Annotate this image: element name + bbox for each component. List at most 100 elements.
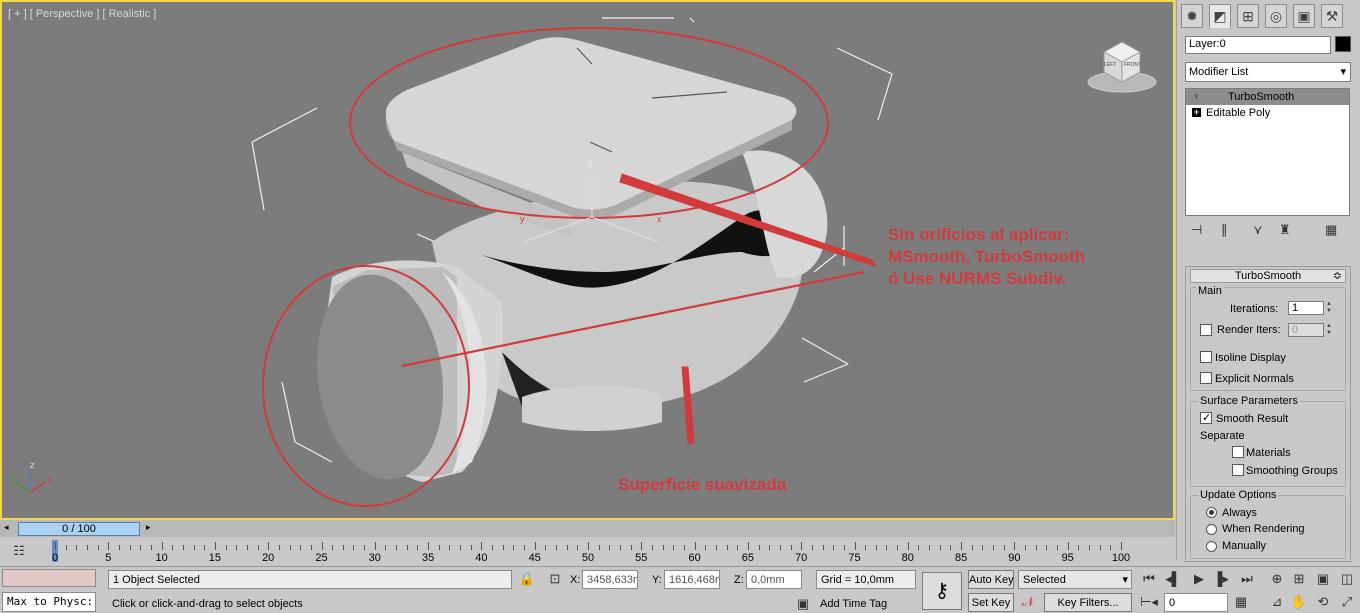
pan-icon[interactable]: ✋ xyxy=(1290,593,1308,611)
svg-text:y: y xyxy=(520,214,525,224)
frame-tick xyxy=(588,542,589,550)
frame-tick xyxy=(396,545,398,550)
frame-tick xyxy=(715,545,717,550)
perspective-viewport[interactable]: z y x [ + ] [ Perspective ] [ Realistic … xyxy=(0,0,1175,520)
render-iters-spinner[interactable]: 0 xyxy=(1288,323,1324,337)
smooth-result-checkbox[interactable] xyxy=(1200,411,1212,424)
frame-tick xyxy=(1099,545,1101,550)
rollout-title[interactable]: TurboSmooth ≎ xyxy=(1190,269,1346,283)
create-icon[interactable]: ✹ xyxy=(1181,4,1203,28)
curve-editor-icon[interactable]: ☷ xyxy=(8,542,30,560)
frame-tick xyxy=(140,545,142,550)
modifier-list-dropdown[interactable]: Modifier List ▾ xyxy=(1185,62,1351,82)
frame-tick xyxy=(875,545,877,550)
frame-tick xyxy=(470,545,472,550)
time-slider-thumb[interactable]: 0 / 100 xyxy=(18,522,140,536)
time-tag-icon[interactable]: ▣ xyxy=(794,595,812,613)
display-icon[interactable]: ▣ xyxy=(1293,4,1315,28)
set-key-mode-icon[interactable]: ⚷ xyxy=(922,572,962,610)
maxscript-listener[interactable]: Max to Physc: xyxy=(2,592,96,612)
lock-icon[interactable]: 🔒 xyxy=(518,570,536,588)
utilities-icon[interactable]: ⚒ xyxy=(1321,4,1343,28)
frame-tick xyxy=(566,545,568,550)
orbit-icon[interactable]: ⟲ xyxy=(1314,593,1332,611)
next-frame-icon[interactable]: ▐▸ xyxy=(1212,570,1230,588)
time-config-icon[interactable]: ▦ xyxy=(1232,593,1250,611)
frame-tick xyxy=(385,545,387,550)
set-key-button[interactable]: Set Key xyxy=(968,593,1014,612)
isoline-display-checkbox[interactable] xyxy=(1200,351,1212,363)
expand-icon[interactable]: + xyxy=(1192,108,1201,117)
frame-tick xyxy=(492,545,494,550)
key-tangent-icon[interactable]: 𝒩 xyxy=(1018,593,1038,611)
frame-tick xyxy=(822,545,824,550)
y-coordinate-field[interactable]: 1616,468m xyxy=(664,570,720,589)
time-prev-icon[interactable]: ◂ xyxy=(4,522,9,533)
iterations-spinner[interactable]: 1 xyxy=(1288,301,1324,315)
x-coordinate-field[interactable]: 3458,633m xyxy=(582,570,638,589)
previous-frame-icon[interactable]: ◂▌ xyxy=(1164,570,1182,588)
viewcube-front-label[interactable]: FRONT xyxy=(1124,62,1141,68)
zoom-all-icon[interactable]: ◫ xyxy=(1338,570,1356,588)
explicit-normals-checkbox[interactable] xyxy=(1200,372,1212,384)
frame-tick xyxy=(449,545,451,550)
key-set-dropdown[interactable]: Selected ▾ xyxy=(1018,570,1132,589)
materials-checkbox[interactable] xyxy=(1232,446,1244,458)
go-to-end-icon[interactable]: ⏭ xyxy=(1238,570,1256,588)
materials-label: Materials xyxy=(1246,447,1291,459)
manually-radio[interactable] xyxy=(1206,541,1217,552)
go-to-start-icon[interactable]: ⏮ xyxy=(1140,570,1158,588)
frame-tick xyxy=(1046,545,1048,550)
current-frame-field[interactable]: 0 xyxy=(1164,593,1228,612)
viewcube-left-label[interactable]: LEFT xyxy=(1104,62,1116,68)
object-color-swatch[interactable] xyxy=(1335,36,1351,52)
absolute-mode-icon[interactable]: ⊡ xyxy=(546,570,564,588)
pin-stack-icon[interactable]: ⊣ xyxy=(1191,222,1202,238)
zoom-icon[interactable]: ⊕ xyxy=(1268,570,1286,588)
frame-tick-label: 45 xyxy=(528,552,541,564)
maxscript-listener-top[interactable] xyxy=(2,569,96,587)
frame-tick xyxy=(204,545,206,550)
time-next-icon[interactable]: ▸ xyxy=(146,522,151,533)
time-slider[interactable]: ◂ 0 / 100 ▸ xyxy=(0,520,1175,537)
lightbulb-icon[interactable]: ♀ xyxy=(1192,92,1201,101)
key-filters-button[interactable]: Key Filters... xyxy=(1044,593,1132,612)
maximize-viewport-icon[interactable]: ⤢ xyxy=(1338,593,1356,611)
key-mode-icon[interactable]: ⊢◂ xyxy=(1140,593,1158,611)
track-bar[interactable]: ☷ 0 5 10 15 20 25 30 35 40 45 50 55 60 65 70 75 80 85 90 95… xyxy=(0,538,1175,564)
make-unique-icon[interactable]: ⋎ xyxy=(1253,222,1263,238)
stack-item-turbosmooth[interactable]: ♀ TurboSmooth xyxy=(1186,89,1349,105)
modifier-stack[interactable]: ♀ TurboSmooth + Editable Poly xyxy=(1185,88,1350,216)
add-time-tag[interactable]: Add Time Tag xyxy=(816,595,916,613)
object-name-field[interactable]: Layer:0 xyxy=(1185,36,1331,54)
frame-tick-label: 35 xyxy=(421,552,435,564)
show-end-result-icon[interactable]: ∥ xyxy=(1221,222,1228,238)
smoothing-groups-label: Smoothing Groups xyxy=(1246,465,1338,477)
frame-tick xyxy=(406,545,408,550)
hierarchy-icon[interactable]: ⊞ xyxy=(1237,4,1259,28)
y-label: Y: xyxy=(652,574,662,586)
z-coordinate-field[interactable]: 0,0mm xyxy=(746,570,802,589)
spinner-arrows-icon[interactable]: ▲ ▼ xyxy=(1326,301,1334,315)
modify-icon[interactable]: ◩ xyxy=(1209,4,1231,28)
frame-tick xyxy=(758,545,760,550)
frame-tick xyxy=(438,545,440,550)
play-icon[interactable]: ▶ xyxy=(1190,570,1208,588)
smoothing-groups-checkbox[interactable] xyxy=(1232,464,1244,476)
frame-tick xyxy=(236,545,238,550)
viewport-label[interactable]: [ + ] [ Perspective ] [ Realistic ] xyxy=(8,8,156,20)
configure-sets-icon[interactable]: ▦ xyxy=(1325,222,1337,238)
zoom-extents-icon[interactable]: ⊞ xyxy=(1290,570,1308,588)
zoom-extents-all-icon[interactable]: ▣ xyxy=(1314,570,1332,588)
fov-icon[interactable]: ⊿ xyxy=(1268,593,1286,611)
auto-key-button[interactable]: Auto Key xyxy=(968,570,1014,589)
stack-item-editable-poly[interactable]: + Editable Poly xyxy=(1186,105,1349,121)
spinner-arrows-icon[interactable]: ▲ ▼ xyxy=(1326,323,1334,337)
when-rendering-radio[interactable] xyxy=(1206,524,1217,535)
render-iters-checkbox[interactable] xyxy=(1200,324,1212,336)
always-radio[interactable] xyxy=(1206,507,1217,518)
motion-icon[interactable]: ◎ xyxy=(1265,4,1287,28)
frame-tick xyxy=(1003,545,1005,550)
remove-modifier-icon[interactable]: ♜ xyxy=(1279,222,1291,238)
frame-tick xyxy=(907,542,909,550)
